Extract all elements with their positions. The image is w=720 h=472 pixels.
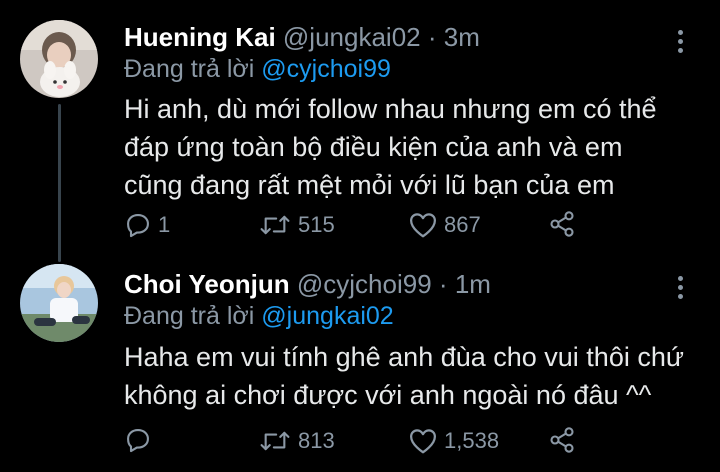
tweet-actions: 1 515 867 xyxy=(0,206,720,246)
reply-icon xyxy=(127,214,149,238)
retweet-count: 515 xyxy=(298,212,335,237)
tweet-huening-kai[interactable]: Huening Kai @jungkai02 · 3m Đang trả lời… xyxy=(0,0,720,262)
retweet-icon xyxy=(260,431,290,451)
tweet-text-line: không ai chơi được với anh ngoài nó đâu … xyxy=(124,380,652,410)
display-name[interactable]: Choi Yeonjun xyxy=(124,269,290,299)
heart-icon xyxy=(410,429,436,454)
heart-icon xyxy=(410,213,436,238)
mention-link[interactable]: @cyjchoi99 xyxy=(261,55,391,83)
replying-to: Đang trả lời @jungkai02 xyxy=(124,301,394,331)
user-handle[interactable]: @cyjchoi99 xyxy=(297,269,432,299)
reply-icon xyxy=(127,429,149,453)
tweet-actions: 813 1,538 xyxy=(0,422,720,462)
retweet-button[interactable]: 515 xyxy=(258,210,335,240)
retweet-icon xyxy=(260,215,290,235)
tweet-header: Choi Yeonjun @cyjchoi99 · 1m xyxy=(124,269,491,299)
avatar[interactable] xyxy=(20,264,98,342)
tweet-text: Hi anh, dù mới follow nhau nhưng em có t… xyxy=(124,90,704,204)
share-button[interactable] xyxy=(548,210,576,238)
like-count: 1,538 xyxy=(444,428,500,453)
like-button[interactable]: 1,538 xyxy=(408,426,499,456)
user-handle[interactable]: @jungkai02 xyxy=(283,22,421,52)
like-count: 867 xyxy=(444,212,481,237)
tweet-text-line: đáp ứng toàn bộ điều kiện của anh và em xyxy=(124,132,623,162)
tweet-text-line: Hi anh, dù mới follow nhau nhưng em có t… xyxy=(124,94,657,124)
reply-count: 1 xyxy=(158,212,171,237)
mention-link[interactable]: @jungkai02 xyxy=(261,302,393,330)
like-button[interactable]: 867 xyxy=(408,210,481,240)
share-icon xyxy=(550,427,574,453)
separator: · xyxy=(427,22,437,52)
avatar[interactable] xyxy=(20,20,98,98)
retweet-count: 813 xyxy=(298,428,335,453)
share-button[interactable] xyxy=(548,426,576,454)
timestamp[interactable]: 1m xyxy=(455,269,491,299)
timestamp[interactable]: 3m xyxy=(444,22,480,52)
tweet-choi-yeonjun[interactable]: Choi Yeonjun @cyjchoi99 · 1m Đang trả lờ… xyxy=(0,256,720,472)
tweet-text-line: Haha em vui tính ghê anh đùa cho vui thô… xyxy=(124,342,684,372)
more-icon[interactable] xyxy=(678,276,684,303)
tweet-text-line: cũng đang rất mệt mỏi với lũ bạn của em xyxy=(124,170,615,200)
replying-to-label: Đang trả lời xyxy=(124,55,255,83)
reply-button[interactable] xyxy=(124,426,158,454)
replying-to-label: Đang trả lời xyxy=(124,302,255,330)
more-icon[interactable] xyxy=(678,30,684,57)
replying-to: Đang trả lời @cyjchoi99 xyxy=(124,54,391,84)
share-icon xyxy=(550,211,574,237)
retweet-button[interactable]: 813 xyxy=(258,426,335,456)
tweet-header: Huening Kai @jungkai02 · 3m xyxy=(124,22,480,52)
display-name[interactable]: Huening Kai xyxy=(124,22,276,52)
reply-button[interactable]: 1 xyxy=(124,210,170,240)
separator: · xyxy=(438,269,448,299)
tweet-text: Haha em vui tính ghê anh đùa cho vui thô… xyxy=(124,338,704,414)
